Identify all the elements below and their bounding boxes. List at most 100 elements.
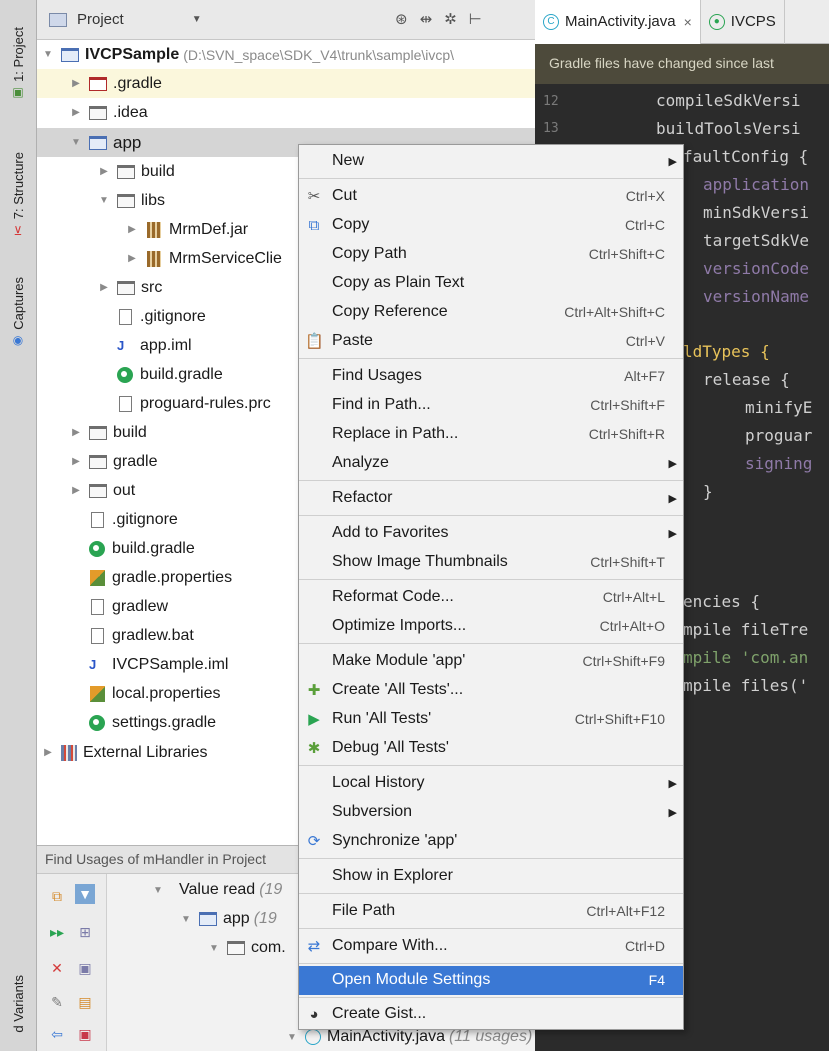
tool-tab-structure[interactable]: 7: Structure ⊻: [4, 140, 32, 250]
find-row-value-read[interactable]: ▼ Value read (19: [151, 876, 282, 904]
sync-scroll-icon[interactable]: ⊛: [395, 10, 408, 28]
menu-item-label: Copy Path: [332, 245, 407, 262]
expand-arrow-icon[interactable]: ▼: [207, 943, 221, 954]
menu-item-replace-in-path[interactable]: Replace in Path... Ctrl+Shift+R: [299, 420, 683, 449]
gear-icon[interactable]: ✲: [444, 10, 457, 28]
tool-tab-build-variants[interactable]: d Variants: [4, 960, 32, 1048]
tree-item-label: out: [113, 481, 136, 499]
chevron-down-icon[interactable]: ▼: [192, 14, 202, 25]
menu-item-shortcut: Ctrl+Shift+F9: [582, 653, 665, 669]
menu-item-debug-all-tests[interactable]: ✱ Debug 'All Tests': [299, 734, 683, 763]
find-row-app[interactable]: ▼ app (19: [179, 905, 277, 933]
filter-icon[interactable]: ▼: [75, 884, 95, 904]
close-icon[interactable]: ✕: [47, 958, 67, 978]
menu-item-show-image-thumbnails[interactable]: Show Image Thumbnails Ctrl+Shift+T: [299, 548, 683, 577]
line-number: 13: [543, 121, 559, 136]
menu-item-show-in-explorer[interactable]: Show in Explorer: [299, 862, 683, 891]
menu-item-find-usages[interactable]: Find Usages Alt+F7: [299, 362, 683, 391]
module-group-icon[interactable]: ▣: [75, 958, 95, 978]
menu-item-file-path[interactable]: File Path Ctrl+Alt+F12: [299, 897, 683, 926]
menu-item-analyze[interactable]: Analyze ▶: [299, 449, 683, 478]
collapsed-arrow-icon[interactable]: ▶: [97, 282, 111, 293]
expand-arrow-icon[interactable]: ▼: [179, 914, 193, 925]
menu-item-shortcut: Ctrl+V: [625, 333, 665, 349]
tool-tab-project[interactable]: 1: Project ▣: [4, 8, 32, 118]
menu-item-copy[interactable]: ⧉ Copy Ctrl+C: [299, 211, 683, 240]
find-row-package[interactable]: ▼ com.: [207, 934, 286, 962]
expand-arrow-icon[interactable]: ▼: [41, 49, 55, 60]
class-icon: [305, 1029, 321, 1045]
collapsed-arrow-icon[interactable]: ▶: [69, 485, 83, 496]
menu-item-make-module[interactable]: Make Module 'app' Ctrl+Shift+F9: [299, 647, 683, 676]
menu-item-label: Subversion: [332, 803, 413, 820]
collapsed-arrow-icon[interactable]: ▶: [125, 253, 139, 264]
tab-ivcpsample[interactable]: ● IVCPS: [701, 0, 785, 44]
menu-item-shortcut: Ctrl+D: [624, 938, 665, 954]
menu-item-paste[interactable]: 📋 Paste Ctrl+V: [299, 327, 683, 356]
menu-item-new[interactable]: New ▶: [299, 147, 683, 176]
collapsed-arrow-icon[interactable]: ▶: [69, 427, 83, 438]
code-line: versionCode: [703, 259, 809, 278]
code-line: application: [703, 175, 809, 194]
gradle-icon: [89, 714, 105, 731]
jar-icon: [147, 221, 161, 238]
menu-item-optimize-imports[interactable]: Optimize Imports... Ctrl+Alt+O: [299, 612, 683, 641]
collapsed-arrow-icon[interactable]: ▶: [97, 166, 111, 177]
submenu-arrow-icon: ▶: [668, 807, 677, 819]
expand-arrow-icon[interactable]: ▼: [151, 885, 165, 896]
menu-item-create-gist[interactable]: ◕ Create Gist...: [299, 1000, 683, 1029]
menu-separator: [299, 963, 683, 964]
collapsed-arrow-icon[interactable]: ▶: [125, 224, 139, 235]
expand-all-icon[interactable]: ▸▸: [47, 922, 67, 942]
collapsed-arrow-icon[interactable]: ▶: [69, 107, 83, 118]
hide-panel-icon[interactable]: ⊢: [469, 10, 482, 28]
menu-item-find-in-path[interactable]: Find in Path... Ctrl+Shift+F: [299, 391, 683, 420]
expand-arrow-icon[interactable]: ▼: [97, 195, 111, 206]
menu-item-label: Local History: [332, 774, 425, 791]
tree-item-gradle-dir[interactable]: ▶ .gradle: [37, 69, 535, 98]
rerun-icon[interactable]: ⧉: [47, 886, 67, 906]
code-line: }: [703, 482, 713, 501]
file-group-icon[interactable]: ▣: [75, 1024, 95, 1044]
menu-item-label: Add to Favorites: [332, 524, 449, 541]
menu-item-local-history[interactable]: Local History ▶: [299, 769, 683, 798]
menu-item-cut[interactable]: ✂ Cut Ctrl+X: [299, 182, 683, 211]
previous-icon[interactable]: ⇦: [47, 1024, 67, 1044]
tree-item-label: build: [113, 423, 147, 441]
menu-item-shortcut: Alt+F7: [624, 368, 665, 384]
group-icon[interactable]: ⊞: [75, 922, 95, 942]
menu-item-run-all-tests[interactable]: ▶ Run 'All Tests' Ctrl+Shift+F10: [299, 705, 683, 734]
collapsed-arrow-icon[interactable]: ▶: [69, 456, 83, 467]
package-group-icon[interactable]: ▤: [75, 992, 95, 1012]
tool-tab-label: d Variants: [10, 975, 26, 1033]
close-icon[interactable]: ×: [684, 14, 692, 30]
tool-tab-captures[interactable]: Captures ◉: [4, 264, 32, 360]
menu-item-label: Copy as Plain Text: [332, 274, 465, 291]
menu-item-reformat-code[interactable]: Reformat Code... Ctrl+Alt+L: [299, 583, 683, 612]
menu-item-synchronize[interactable]: ⟳ Synchronize 'app': [299, 827, 683, 856]
line-number: 12: [543, 94, 559, 109]
expand-arrow-icon[interactable]: ▼: [69, 137, 83, 148]
menu-item-add-to-favorites[interactable]: Add to Favorites ▶: [299, 519, 683, 548]
menu-item-label: Copy: [332, 216, 370, 233]
expand-arrow-icon[interactable]: ▼: [285, 1032, 299, 1043]
collapsed-arrow-icon[interactable]: ▶: [41, 747, 55, 758]
project-view-selector[interactable]: Project: [77, 11, 124, 28]
left-tool-strip: 1: Project ▣ 7: Structure ⊻ Captures ◉ d…: [0, 0, 37, 1051]
menu-item-refactor[interactable]: Refactor ▶: [299, 484, 683, 513]
menu-item-copy-plain-text[interactable]: Copy as Plain Text: [299, 269, 683, 298]
menu-item-subversion[interactable]: Subversion ▶: [299, 798, 683, 827]
tree-item-label: .gradle: [113, 74, 162, 92]
tree-item-idea[interactable]: ▶ .idea: [37, 98, 535, 127]
collapse-all-icon[interactable]: ⇹: [420, 10, 433, 28]
menu-item-copy-reference[interactable]: Copy Reference Ctrl+Alt+Shift+C: [299, 298, 683, 327]
menu-item-create-all-tests[interactable]: ✚ Create 'All Tests'...: [299, 676, 683, 705]
collapsed-arrow-icon[interactable]: ▶: [69, 78, 83, 89]
folder-icon: [89, 483, 107, 498]
menu-item-compare-with[interactable]: ⇄ Compare With... Ctrl+D: [299, 932, 683, 961]
tab-mainactivity[interactable]: C MainActivity.java ×: [535, 0, 701, 44]
menu-item-copy-path[interactable]: Copy Path Ctrl+Shift+C: [299, 240, 683, 269]
menu-item-open-module-settings[interactable]: Open Module Settings F4: [299, 966, 683, 995]
pin-icon[interactable]: ✎: [47, 992, 67, 1012]
tree-item-ivcpsample[interactable]: ▼ IVCPSample (D:\SVN_space\SDK_V4\trunk\…: [37, 40, 535, 69]
